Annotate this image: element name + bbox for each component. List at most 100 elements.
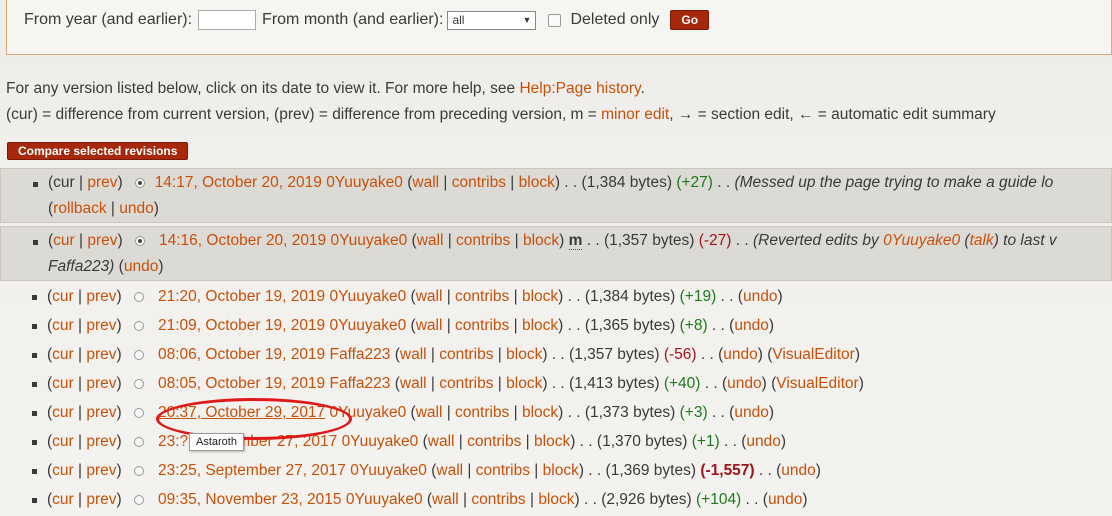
user-link[interactable]: 0Yuuyake0 — [326, 174, 403, 191]
prev-link[interactable]: prev — [86, 317, 116, 334]
undo-link[interactable]: undo — [746, 433, 780, 450]
radio-new[interactable] — [133, 292, 144, 302]
go-button[interactable]: Go — [670, 10, 710, 30]
user-link[interactable]: Faffa223 — [330, 375, 391, 392]
radio-new[interactable] — [133, 495, 144, 505]
radio-new[interactable] — [133, 466, 144, 476]
wall-link[interactable]: wall — [428, 433, 455, 450]
block-link[interactable]: block — [506, 375, 542, 392]
from-month-select[interactable]: all ▼ — [447, 10, 537, 30]
block-link[interactable]: block — [522, 288, 558, 305]
summary-user-link[interactable]: 0Yuuyake0 — [883, 232, 960, 249]
cur-link[interactable]: cur — [52, 433, 74, 450]
deleted-only-checkbox[interactable] — [548, 13, 562, 27]
block-link[interactable]: block — [543, 462, 579, 479]
visual-editor-link[interactable]: VisualEditor — [772, 346, 854, 363]
rollback-link[interactable]: rollback — [53, 200, 106, 217]
undo-link[interactable]: undo — [723, 346, 757, 363]
cur-link[interactable]: cur — [52, 491, 74, 508]
undo-link[interactable]: undo — [734, 317, 768, 334]
block-link[interactable]: block — [538, 491, 574, 508]
wall-link[interactable]: wall — [416, 317, 443, 334]
revision-date-link[interactable]: 23:25, September 27, 2017 — [158, 462, 346, 479]
prev-link[interactable]: prev — [86, 404, 116, 421]
radio-new[interactable] — [133, 437, 144, 447]
block-link[interactable]: block — [506, 346, 542, 363]
user-link[interactable]: 0Yuuyake0 — [330, 317, 407, 334]
minor-edit-link[interactable]: minor edit — [601, 106, 669, 123]
contribs-link[interactable]: contribs — [455, 317, 509, 334]
radio-new[interactable] — [133, 408, 144, 418]
contribs-link[interactable]: contribs — [467, 433, 521, 450]
from-year-input[interactable] — [198, 10, 257, 30]
cur-link[interactable]: cur — [52, 317, 74, 334]
revision-date-link[interactable]: 08:06, October 19, 2019 — [158, 346, 325, 363]
revision-date-link[interactable]: 09:35, November 23, 2015 — [158, 491, 342, 508]
block-link[interactable]: block — [522, 317, 558, 334]
compare-selected-revisions-button[interactable]: Compare selected revisions — [7, 142, 189, 160]
block-link[interactable]: block — [523, 232, 559, 249]
revision-date-link[interactable]: 08:05, October 19, 2019 — [158, 375, 325, 392]
help-page-history-link[interactable]: Help:Page history — [519, 80, 640, 97]
user-link[interactable]: Faffa223 — [330, 346, 391, 363]
radio-new[interactable] — [133, 321, 144, 331]
byte-diff: (+1) — [691, 433, 720, 450]
revision-date-link[interactable]: 14:16, October 20, 2019 — [159, 232, 326, 249]
user-link[interactable]: 0Yuuyake0 — [342, 433, 419, 450]
wall-link[interactable]: wall — [436, 462, 463, 479]
revision-date-link[interactable]: 21:09, October 19, 2019 — [158, 317, 325, 334]
user-link[interactable]: 0Yuuyake0 — [346, 491, 423, 508]
user-link[interactable]: 0Yuuyake0 — [330, 288, 407, 305]
undo-link[interactable]: undo — [768, 491, 802, 508]
contribs-link[interactable]: contribs — [455, 288, 509, 305]
contribs-link[interactable]: contribs — [439, 346, 493, 363]
contribs-link[interactable]: contribs — [439, 375, 493, 392]
radio-new[interactable] — [133, 379, 144, 389]
prev-link[interactable]: prev — [87, 174, 117, 191]
prev-link[interactable]: prev — [86, 491, 116, 508]
cur-link[interactable]: cur — [52, 404, 74, 421]
undo-link[interactable]: undo — [734, 404, 768, 421]
cur-link[interactable]: cur — [52, 375, 74, 392]
radio-new[interactable] — [133, 350, 144, 360]
cur-link[interactable]: cur — [52, 462, 74, 479]
user-link[interactable]: 0Yuuyake0 — [350, 462, 427, 479]
prev-link[interactable]: prev — [86, 288, 116, 305]
contribs-link[interactable]: contribs — [456, 232, 510, 249]
cur-link[interactable]: cur — [52, 288, 74, 305]
prev-link[interactable]: prev — [86, 462, 116, 479]
prev-link[interactable]: prev — [86, 375, 116, 392]
wall-link[interactable]: wall — [416, 288, 443, 305]
prev-link[interactable]: prev — [86, 433, 116, 450]
undo-link[interactable]: undo — [119, 200, 153, 217]
block-link[interactable]: block — [519, 174, 555, 191]
undo-link[interactable]: undo — [743, 288, 777, 305]
undo-link[interactable]: undo — [727, 375, 761, 392]
revision-date-link[interactable]: 21:20, October 19, 2019 — [158, 288, 325, 305]
cur-link[interactable]: cur — [53, 232, 75, 249]
wall-link[interactable]: wall — [417, 232, 444, 249]
contribs-link[interactable]: contribs — [471, 491, 525, 508]
block-link[interactable]: block — [534, 433, 570, 450]
prev-link[interactable]: prev — [86, 346, 116, 363]
block-link[interactable]: block — [522, 404, 558, 421]
wall-link[interactable]: wall — [432, 491, 459, 508]
visual-editor-link[interactable]: VisualEditor — [776, 375, 858, 392]
prev-link[interactable]: prev — [87, 232, 117, 249]
bullet-icon — [32, 498, 37, 503]
summary-talk-link[interactable]: talk — [970, 232, 994, 249]
wall-link[interactable]: wall — [400, 375, 427, 392]
wall-link[interactable]: wall — [400, 346, 427, 363]
radio-new[interactable] — [134, 236, 145, 246]
radio-old[interactable] — [134, 178, 145, 188]
user-link[interactable]: 0Yuuyake0 — [331, 232, 408, 249]
undo-link[interactable]: undo — [781, 462, 815, 479]
cur-link[interactable]: cur — [52, 346, 74, 363]
contribs-link[interactable]: contribs — [455, 404, 509, 421]
revision-date-link[interactable]: 14:17, October 20, 2019 — [155, 174, 322, 191]
contribs-link[interactable]: contribs — [476, 462, 530, 479]
contribs-link[interactable]: contribs — [452, 174, 506, 191]
wall-link[interactable]: wall — [416, 404, 443, 421]
wall-link[interactable]: wall — [412, 174, 439, 191]
undo-link[interactable]: undo — [124, 258, 158, 275]
